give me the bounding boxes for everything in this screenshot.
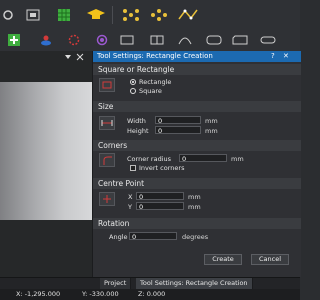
tool-settings-panel: Tool Settings: Rectangle Creation ? ✕ Sq…	[92, 51, 301, 277]
centre-x-input[interactable]: 0	[136, 192, 184, 201]
square-radio[interactable]	[130, 88, 136, 94]
split-rectangle-icon[interactable]	[150, 34, 164, 46]
invert-corners-checkbox[interactable]	[130, 165, 136, 171]
rectangle-radio[interactable]	[130, 79, 136, 85]
stack-icon[interactable]	[40, 34, 52, 46]
corners-section-heading: Corners	[93, 140, 301, 151]
square-option-label: Square	[139, 87, 162, 95]
status-x-coordinate: X: -1,295.000	[16, 290, 61, 298]
corner-radius-unit: mm	[231, 155, 244, 163]
rotation-section-heading: Rotation	[93, 218, 301, 229]
cancel-button[interactable]: Cancel	[251, 254, 289, 265]
circle-tool-icon[interactable]	[68, 34, 80, 46]
dropdown-icon[interactable]	[64, 53, 72, 61]
shape-section-heading: Square or Rectangle	[93, 64, 301, 75]
close-icon[interactable]	[76, 53, 84, 61]
status-z-coordinate: Z: 0.000	[138, 290, 166, 298]
centre-section-heading: Centre Point	[93, 178, 301, 189]
corner-radius-input[interactable]: 0	[179, 154, 227, 163]
main-toolbar	[0, 0, 300, 31]
y-label: Y	[128, 203, 132, 211]
rectangle-option-label: Rectangle	[139, 78, 172, 86]
slot-tool-icon[interactable]	[260, 34, 276, 46]
polyline-icon[interactable]	[178, 8, 198, 22]
create-button[interactable]: Create	[204, 254, 242, 265]
corner-radius-label: Corner radius	[127, 155, 172, 163]
centre-x-unit: mm	[188, 193, 201, 201]
angle-unit: degrees	[182, 233, 209, 241]
size-section-heading: Size	[93, 101, 301, 112]
centre-glyph-icon	[99, 192, 115, 206]
angle-label: Angle	[109, 233, 128, 241]
add-icon[interactable]	[8, 34, 20, 46]
rectangle-glyph-icon	[99, 78, 115, 92]
help-button[interactable]: ?	[271, 51, 275, 62]
angle-input[interactable]: 0	[129, 232, 177, 241]
chamfer-rectangle-icon[interactable]	[232, 34, 248, 46]
drawing-viewport[interactable]	[0, 82, 92, 220]
points-icon[interactable]	[150, 8, 168, 22]
width-label: Width	[127, 117, 146, 125]
corner-glyph-icon	[99, 153, 115, 167]
x-label: X	[128, 193, 133, 201]
size-glyph-icon	[99, 116, 115, 130]
status-y-coordinate: Y: -330.000	[82, 290, 119, 298]
rectangle-tool-icon[interactable]	[120, 34, 134, 46]
hat-icon[interactable]	[86, 8, 106, 22]
snap-icon[interactable]	[2, 9, 14, 21]
height-input[interactable]: 0	[155, 126, 201, 135]
ring-tool-icon[interactable]	[96, 34, 108, 46]
close-panel-button[interactable]: ✕	[283, 51, 289, 62]
tab-project[interactable]: Project	[100, 278, 132, 289]
panel-title-bar: Tool Settings: Rectangle Creation ? ✕	[93, 51, 301, 62]
width-input[interactable]: 0	[155, 116, 201, 125]
height-unit: mm	[205, 127, 218, 135]
invert-corners-label: Invert corners	[139, 164, 185, 172]
toolbar-divider	[112, 6, 113, 24]
tab-tool-settings[interactable]: Tool Settings: Rectangle Creation	[136, 278, 253, 289]
arc-tool-icon[interactable]	[178, 34, 192, 46]
rounded-rectangle-icon[interactable]	[206, 34, 222, 46]
drawing-toolbar	[0, 30, 300, 52]
centre-y-unit: mm	[188, 203, 201, 211]
centre-y-input[interactable]: 0	[136, 202, 184, 211]
height-label: Height	[127, 127, 149, 135]
nodes-icon[interactable]	[122, 8, 140, 22]
width-unit: mm	[205, 117, 218, 125]
status-bar: X: -1,295.000 Y: -330.000 Z: 0.000	[0, 289, 300, 300]
spreadsheet-icon[interactable]	[58, 9, 70, 21]
layout-icon[interactable]	[26, 9, 40, 21]
panel-title: Tool Settings: Rectangle Creation	[97, 52, 213, 60]
